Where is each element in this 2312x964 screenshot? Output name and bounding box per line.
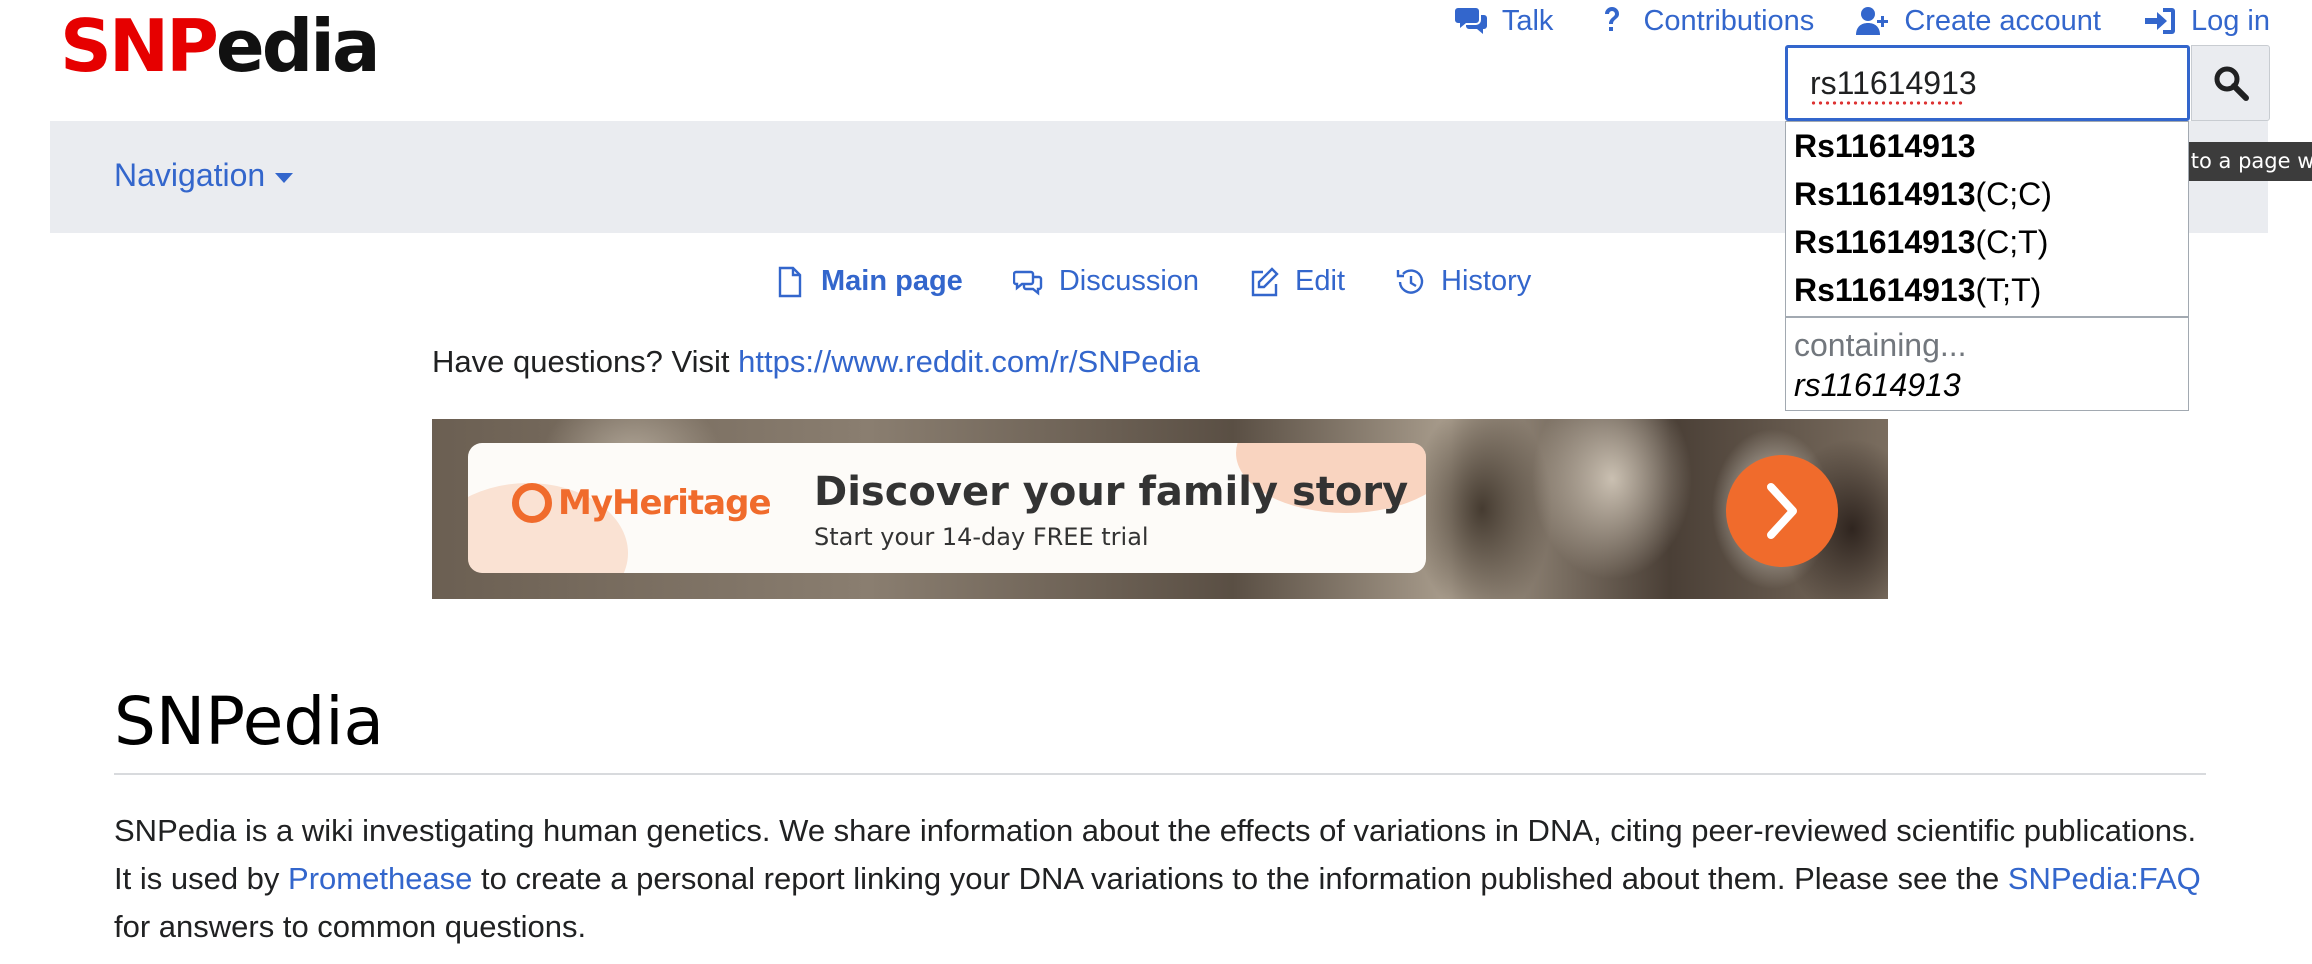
banner-go-button[interactable] <box>1726 455 1838 567</box>
myheritage-logo: MyHeritage <box>512 483 772 523</box>
login-icon <box>2144 8 2175 34</box>
suggestion-item[interactable]: Rs11614913(C;C) <box>1786 170 2188 218</box>
contributions-label: Contributions <box>1643 4 1815 37</box>
logo-rest: edia <box>215 4 381 88</box>
page-content: SNPedia is a wiki investigating human ge… <box>114 807 2206 951</box>
site-logo[interactable]: SNPedia <box>60 4 381 88</box>
suggestion-match: Rs11614913 <box>1794 224 1976 260</box>
site-notice-text: Have questions? Visit <box>432 344 739 379</box>
suggestion-rest: (T;T) <box>1975 272 2042 308</box>
talk-label: Talk <box>1501 4 1554 37</box>
suggestion-item[interactable]: Rs11614913(C;T) <box>1786 218 2188 266</box>
reddit-link[interactable]: https://www.reddit.com/r/SNPedia <box>738 344 1200 379</box>
page-tabs: Main page Discussion Edit History <box>775 265 1531 298</box>
intro-paragraph: SNPedia is a wiki investigating human ge… <box>114 807 2206 951</box>
create-account-link[interactable]: Create account <box>1856 5 2101 38</box>
history-icon <box>1396 268 1424 294</box>
search-input[interactable] <box>1785 45 2190 121</box>
create-account-label: Create account <box>1904 4 2101 37</box>
page-icon <box>778 266 802 297</box>
discussion-icon <box>1012 270 1043 295</box>
edit-icon <box>1251 266 1279 296</box>
suggestion-match: Rs11614913 <box>1794 272 1976 308</box>
suggestion-item[interactable]: Rs11614913 <box>1786 122 2188 170</box>
tab-edit-label: Edit <box>1295 265 1346 297</box>
talk-icon <box>1454 8 1487 34</box>
suggestion-match: Rs11614913 <box>1794 128 1976 164</box>
add-user-icon <box>1856 7 1889 35</box>
navigation-label: Navigation <box>114 157 266 193</box>
suggestion-rest: (C;C) <box>1975 176 2052 212</box>
tab-main-page[interactable]: Main page <box>775 265 963 298</box>
suggestion-rest: (C;T) <box>1975 224 2049 260</box>
faq-link[interactable]: SNPedia:FAQ <box>2008 861 2201 896</box>
search-button[interactable] <box>2191 45 2270 121</box>
myheritage-brand: MyHeritage <box>558 483 772 523</box>
spellcheck-underline <box>1810 101 1965 105</box>
suggestion-match: Rs11614913 <box>1794 176 1976 212</box>
chevron-right-icon <box>1767 483 1797 539</box>
banner-card: MyHeritage Discover your family story St… <box>468 443 1426 573</box>
tab-history-label: History <box>1441 265 1532 297</box>
myheritage-logo-icon <box>512 483 552 523</box>
intro-text-2: to create a personal report linking your… <box>472 861 2008 896</box>
site-notice: Have questions? Visit https://www.reddit… <box>432 344 1200 380</box>
login-link[interactable]: Log in <box>2143 5 2270 38</box>
promethease-link[interactable]: Promethease <box>288 861 472 896</box>
contributions-link[interactable]: Contributions <box>1595 5 1814 38</box>
tab-main-page-label: Main page <box>821 265 963 297</box>
banner-subtitle: Start your 14-day FREE trial <box>814 523 1149 551</box>
logo-snp: SNP <box>60 4 219 88</box>
tab-history[interactable]: History <box>1395 265 1531 298</box>
tab-edit[interactable]: Edit <box>1249 265 1345 298</box>
personal-tools: Talk Contributions Create account Log in <box>1454 0 2270 42</box>
search-box <box>1785 45 2270 121</box>
search-suggestions: Rs11614913 Rs11614913(C;C) Rs11614913(C;… <box>1785 121 2189 411</box>
talk-link[interactable]: Talk <box>1454 4 1554 38</box>
search-icon <box>2214 66 2249 101</box>
containing-label: containing... <box>1794 327 1967 363</box>
chevron-down-icon <box>275 172 294 183</box>
banner-title: Discover your family story <box>814 469 1409 515</box>
ad-banner[interactable]: MyHeritage Discover your family story St… <box>432 419 1888 599</box>
containing-term: rs11614913 <box>1794 367 1961 403</box>
navigation-dropdown[interactable]: Navigation <box>114 157 294 194</box>
search-containing[interactable]: containing... rs11614913 <box>1786 316 2188 406</box>
tab-discussion[interactable]: Discussion <box>1012 265 1200 298</box>
intro-text-3: for answers to common questions. <box>114 909 587 944</box>
question-icon <box>1605 7 1620 31</box>
suggestion-item[interactable]: Rs11614913(T;T) <box>1786 266 2188 314</box>
login-label: Log in <box>2190 4 2270 37</box>
page-title: SNPedia <box>114 676 2206 775</box>
tab-discussion-label: Discussion <box>1058 265 1200 297</box>
